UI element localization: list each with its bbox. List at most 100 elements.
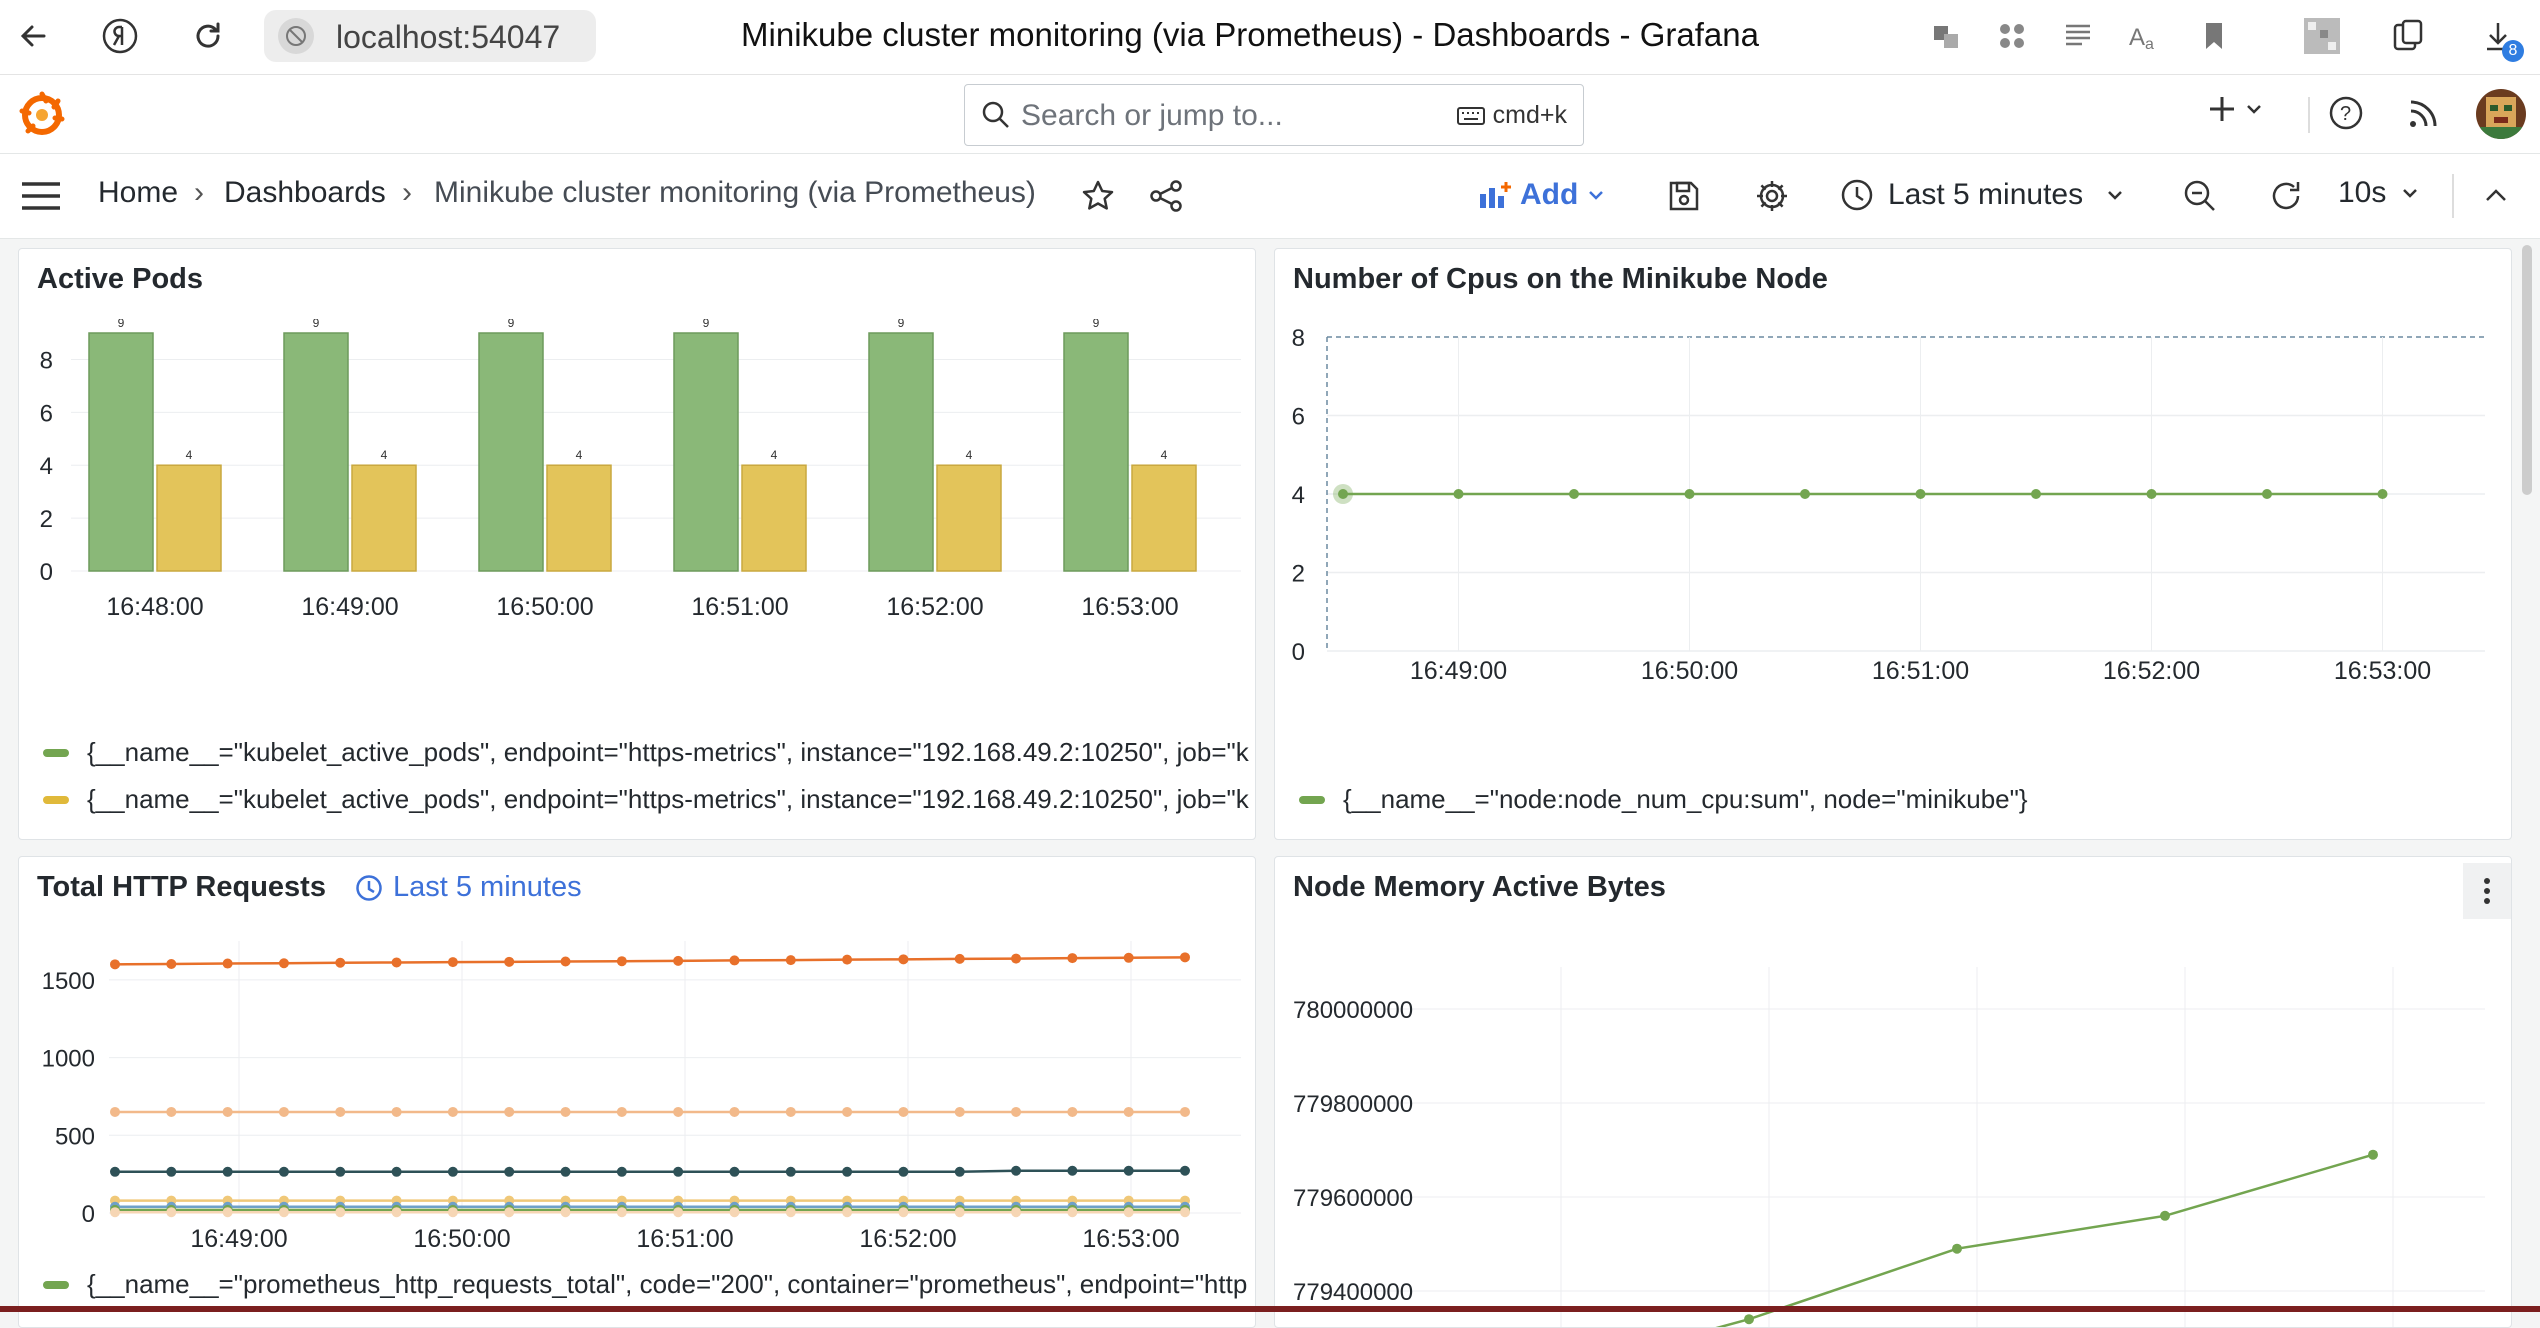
data-point	[278, 1166, 289, 1177]
data-point	[110, 959, 120, 970]
data-point	[447, 1106, 458, 1117]
grafana-logo-icon[interactable]	[18, 91, 66, 139]
yandex-icon[interactable]	[98, 14, 142, 58]
user-avatar[interactable]	[2476, 89, 2526, 139]
data-point	[673, 1166, 684, 1177]
y-tick-label: 2	[1292, 561, 1305, 588]
data-point	[729, 1166, 740, 1177]
apps-ext-icon[interactable]	[1994, 18, 2030, 54]
panel-active-pods[interactable]: Active Pods 0 2 4 6 8 9 4 16:48:00 9 4 16:49:00 9 4 1…	[18, 248, 1256, 840]
x-tick-label: 16:49:00	[190, 1225, 287, 1253]
data-point	[278, 1207, 289, 1218]
data-point	[1011, 1207, 1022, 1218]
bar	[741, 464, 807, 572]
search-placeholder: Search or jump to...	[1021, 99, 1283, 132]
settings-gear-icon[interactable]	[1750, 174, 1794, 218]
data-point	[729, 1207, 740, 1218]
refresh-icon[interactable]	[2264, 174, 2308, 218]
panel-cpus[interactable]: Number of Cpus on the Minikube Node 0 2 4 6…	[1274, 248, 2512, 840]
bar-data-label: 4	[576, 448, 583, 462]
translate-icon[interactable]: Aa	[2126, 18, 2162, 54]
share-icon[interactable]	[1144, 174, 1188, 218]
series-line	[115, 1169, 1185, 1174]
search-box[interactable]: Search or jump to... cmd+k	[964, 84, 1584, 146]
data-point	[278, 958, 289, 969]
browser-toolbar: localhost:54047 Minikube cluster monitor…	[0, 0, 2540, 75]
data-point	[504, 1106, 515, 1117]
y-tick-label: 0	[40, 559, 53, 586]
legend-swatch	[43, 1280, 69, 1289]
data-point	[673, 955, 684, 966]
collapse-chevron-up-icon[interactable]	[2474, 174, 2518, 218]
reload-icon[interactable]	[186, 14, 230, 58]
data-point	[1067, 1165, 1078, 1176]
data-point	[616, 1166, 627, 1177]
address-bar[interactable]: localhost:54047	[264, 10, 596, 62]
panel-http-requests[interactable]: Total HTTP Requests Last 5 minutes 0 500 1…	[18, 856, 1256, 1328]
legend-item[interactable]: {__name__="kubelet_active_pods", endpoin…	[43, 784, 1249, 815]
svg-text:A: A	[2129, 24, 2145, 51]
data-point	[785, 955, 796, 966]
bottom-edge-bar	[0, 1306, 2540, 1312]
breadcrumb-home[interactable]: Home	[98, 176, 178, 210]
svg-text:?: ?	[2340, 103, 2351, 125]
data-point	[560, 1106, 571, 1117]
data-point	[1011, 953, 1022, 964]
y-tick-label: 779400000	[1293, 1279, 1413, 1306]
data-point	[785, 1166, 796, 1177]
bookmark-icon[interactable]	[2196, 18, 2232, 54]
y-tick-label: 500	[55, 1123, 95, 1150]
panel-node-memory[interactable]: Node Memory Active Bytes 779400000 779600…	[1274, 856, 2512, 1328]
x-tick-label: 16:49:00	[1410, 657, 1507, 685]
legend-item[interactable]: {__name__="prometheus_http_requests_tota…	[43, 1269, 1247, 1300]
svg-text:a: a	[2145, 36, 2154, 53]
save-icon[interactable]	[1662, 174, 1706, 218]
collections-icon[interactable]	[2390, 18, 2426, 54]
news-feed-icon[interactable]	[2406, 97, 2440, 136]
y-tick-label: 780000000	[1293, 997, 1413, 1024]
back-icon[interactable]	[12, 14, 56, 58]
bar-data-label: 4	[771, 448, 778, 462]
time-range-picker[interactable]: Last 5 minutes	[1840, 172, 2125, 218]
chevron-down-icon	[2403, 189, 2418, 198]
help-icon[interactable]: ?	[2328, 95, 2364, 136]
zoom-out-icon[interactable]	[2178, 174, 2222, 218]
bar	[546, 464, 612, 572]
new-menu-button[interactable]	[2206, 93, 2264, 125]
downloads-icon[interactable]: 8	[2480, 18, 2524, 62]
panel-title: Node Memory Active Bytes	[1293, 871, 1666, 903]
star-icon[interactable]	[1076, 174, 1120, 218]
y-tick-label: 6	[1292, 404, 1305, 431]
profile-ext-icon[interactable]	[2302, 16, 2342, 56]
site-info-icon[interactable]	[278, 18, 314, 54]
menu-icon[interactable]	[20, 178, 62, 219]
bar-data-label: 4	[381, 448, 388, 462]
panel-menu-icon[interactable]	[2463, 863, 2511, 919]
page-scrollbar[interactable]	[2522, 245, 2532, 495]
panel-title: Active Pods	[37, 263, 203, 295]
data-point	[729, 1106, 740, 1117]
bar-data-label: 9	[703, 319, 710, 330]
panel-time-override: Last 5 minutes	[355, 871, 582, 904]
reader-mode-icon[interactable]	[2060, 18, 2096, 54]
data-point	[222, 1207, 233, 1218]
add-button[interactable]: Add	[1478, 172, 1606, 218]
breadcrumb-separator: ›	[194, 176, 204, 209]
translate-ext-icon[interactable]	[1928, 18, 1964, 54]
data-point	[1123, 1165, 1134, 1176]
x-tick-label: 16:51:00	[1872, 657, 1969, 685]
legend-item[interactable]: {__name__="node:node_num_cpu:sum", node=…	[1299, 784, 2028, 815]
breadcrumb-dashboards[interactable]: Dashboards	[224, 176, 386, 210]
data-point	[616, 1207, 627, 1218]
data-point	[1744, 1314, 1754, 1325]
data-point	[785, 1106, 796, 1117]
x-tick-label: 16:52:00	[2103, 657, 2200, 685]
chevron-down-icon	[2247, 105, 2261, 114]
refresh-interval-picker[interactable]: 10s	[2338, 176, 2420, 210]
shortcut-label: cmd+k	[1492, 101, 1567, 129]
keyboard-shortcut: cmd+k	[1456, 101, 1567, 130]
data-point	[166, 959, 177, 970]
data-point	[110, 1166, 120, 1177]
legend-item[interactable]: {__name__="kubelet_active_pods", endpoin…	[43, 737, 1249, 768]
bar-data-label: 9	[118, 319, 125, 330]
